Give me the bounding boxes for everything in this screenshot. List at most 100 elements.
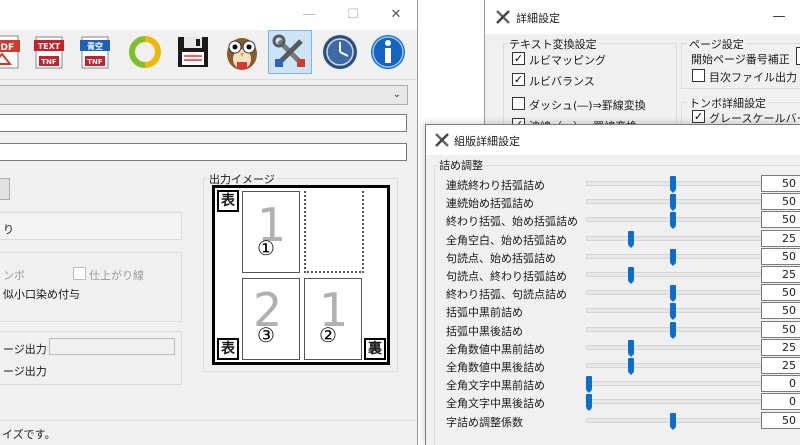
tombo-group: ンボ 仕上がり線 似小口染め付与 (0, 252, 182, 322)
kumihan-titlebar: 組版詳細設定 (426, 125, 800, 155)
owl-icon (227, 38, 257, 70)
tsume-row-label: 終わり括弧、始め括弧詰め (446, 215, 578, 229)
aozora-tnf-button[interactable]: 青空 TNF (73, 30, 117, 74)
circled-number: ① (257, 236, 275, 260)
ruby-mapping-checkbox[interactable]: ✓ (512, 52, 525, 65)
partial-button[interactable] (0, 178, 10, 200)
refresh-icon (129, 36, 161, 68)
grayscale-checkbox[interactable]: ✓ (692, 110, 705, 123)
start-page-correction-label: 開始ページ番号補正 (691, 53, 790, 66)
tsume-slider-thumb[interactable] (670, 176, 676, 193)
tsume-row: 句読点、終わり括弧詰め 25 (426, 266, 800, 284)
tsume-value-field[interactable]: 0 (761, 393, 800, 411)
input-path-field[interactable] (0, 114, 407, 132)
pdf-button[interactable]: PDF (0, 30, 26, 74)
toc-file-output-label: 目次ファイル出力 (709, 71, 797, 84)
tsume-slider-track[interactable] (586, 363, 764, 368)
finish-line-checkbox[interactable] (73, 267, 86, 280)
tombo-detail-group-title: トンボ詳細設定 (687, 95, 768, 111)
tsume-slider-track[interactable] (586, 399, 764, 405)
circled-number: ③ (257, 323, 275, 347)
tsume-value-field[interactable]: 25 (761, 338, 800, 356)
clock-button[interactable] (318, 30, 362, 74)
tsume-row: 全角文字中黒前詰め 0 (426, 375, 800, 394)
tsume-slider-thumb[interactable] (670, 248, 676, 266)
tsume-value-field[interactable]: 50 (761, 211, 800, 229)
toc-file-output-checkbox[interactable] (692, 69, 705, 82)
tsume-row-label: 連続始め括弧詰め (446, 197, 534, 211)
tsume-value-field[interactable]: 50 (761, 284, 800, 302)
tsume-value-field[interactable]: 50 (761, 411, 800, 429)
owl-button[interactable] (220, 30, 264, 74)
tsume-value-field[interactable]: 0 (761, 375, 800, 393)
main-window: — ☐ ✕ PDF TEXT TNF (0, 0, 418, 445)
page-output-group: ージ出力 ージ出力 (0, 331, 182, 385)
tsume-slider-thumb[interactable] (628, 230, 634, 248)
aozora-tnf-icon: 青空 TNF (80, 36, 110, 69)
tsume-row: 連続終わり括弧詰め 50 (426, 175, 800, 193)
tsume-slider-track[interactable] (586, 344, 764, 350)
finish-line-label: 仕上がり線 (89, 269, 144, 282)
tsume-slider-track[interactable] (586, 381, 764, 387)
save-button[interactable] (171, 30, 215, 74)
minimize-button[interactable]: — (772, 10, 786, 24)
tsume-row-label: 全角空白、始め括弧詰め (446, 233, 567, 247)
tsume-row: 括弧中黒後詰め 50 (426, 320, 800, 339)
info-button[interactable] (366, 30, 410, 74)
page-output-field[interactable] (49, 338, 175, 355)
clock-icon (323, 35, 357, 69)
tsume-slider-thumb[interactable] (586, 376, 592, 394)
output-image-canvas: 表 1 ① 2 ③ 1 ② 表 裏 (212, 185, 390, 365)
ruby-balance-checkbox[interactable]: ✓ (512, 73, 525, 86)
tsume-slider-thumb[interactable] (670, 303, 676, 321)
text-tnf-button[interactable]: TEXT TNF (27, 30, 71, 74)
tsume-value-field[interactable]: 50 (761, 175, 800, 192)
tsume-value-field[interactable]: 50 (761, 247, 800, 265)
circled-number: ② (319, 323, 337, 347)
tsume-row-label: 全角数値中黒前詰め (446, 342, 545, 356)
tsume-slider-track[interactable] (586, 272, 764, 277)
tsume-slider-thumb[interactable] (670, 412, 676, 430)
tools-button[interactable] (268, 30, 312, 74)
tsume-value-field[interactable]: 50 (761, 193, 800, 211)
blank-page-thumb (304, 191, 364, 273)
tsume-row-label: 全角文字中黒前詰め (446, 379, 545, 393)
start-page-correction-field[interactable] (796, 47, 800, 65)
mode-combo[interactable]: ⌄ (0, 85, 408, 105)
tsume-slider-thumb[interactable] (628, 358, 634, 375)
text-convert-group-title: テキスト変換設定 (507, 36, 599, 52)
chevron-down-icon: ⌄ (392, 89, 401, 100)
tsume-row: 全角数値中黒前詰め 25 (426, 338, 800, 357)
svg-text:青空: 青空 (87, 41, 103, 51)
tsume-value-field[interactable]: 50 (761, 302, 800, 320)
close-button[interactable]: ✕ (389, 8, 403, 22)
tsume-slider-thumb[interactable] (670, 212, 676, 230)
svg-text:TEXT: TEXT (38, 42, 61, 51)
tsume-slider-thumb[interactable] (628, 267, 634, 284)
tsume-value-field[interactable]: 25 (761, 229, 800, 247)
ruby-balance-label: ルビバランス (529, 75, 595, 88)
tsume-slider-track[interactable] (586, 235, 764, 241)
tsume-value-field[interactable]: 25 (761, 266, 800, 283)
dash-convert-checkbox[interactable] (512, 97, 525, 110)
tools-icon (435, 133, 449, 147)
page-thumb-3: 1 ② (304, 278, 362, 360)
tsume-slider-thumb[interactable] (670, 321, 676, 339)
svg-text:PDF: PDF (0, 43, 14, 53)
maximize-button[interactable]: ☐ (346, 8, 360, 22)
tsume-value-field[interactable]: 25 (761, 357, 800, 374)
minimize-button[interactable]: — (302, 8, 316, 22)
tsume-slider-thumb[interactable] (670, 285, 676, 303)
tsume-row-label: 句読点、終わり括弧詰め (446, 270, 567, 283)
tsume-value-field[interactable]: 50 (761, 320, 800, 338)
tsume-slider-thumb[interactable] (670, 194, 676, 212)
koguchi-label: 似小口染め付与 (3, 288, 80, 301)
tsume-slider-thumb[interactable] (586, 394, 592, 412)
tsume-row: 全角数値中黒後詰め 25 (426, 357, 800, 375)
page-settings-group-title: ページ設定 (687, 36, 746, 52)
tsume-row-label: 全角文字中黒後詰め (446, 397, 545, 411)
tsume-slider-thumb[interactable] (628, 339, 634, 357)
output-path-field[interactable] (0, 143, 407, 161)
tsume-row: 字詰め調整係数 50 (426, 411, 800, 430)
refresh-button[interactable] (123, 30, 167, 74)
